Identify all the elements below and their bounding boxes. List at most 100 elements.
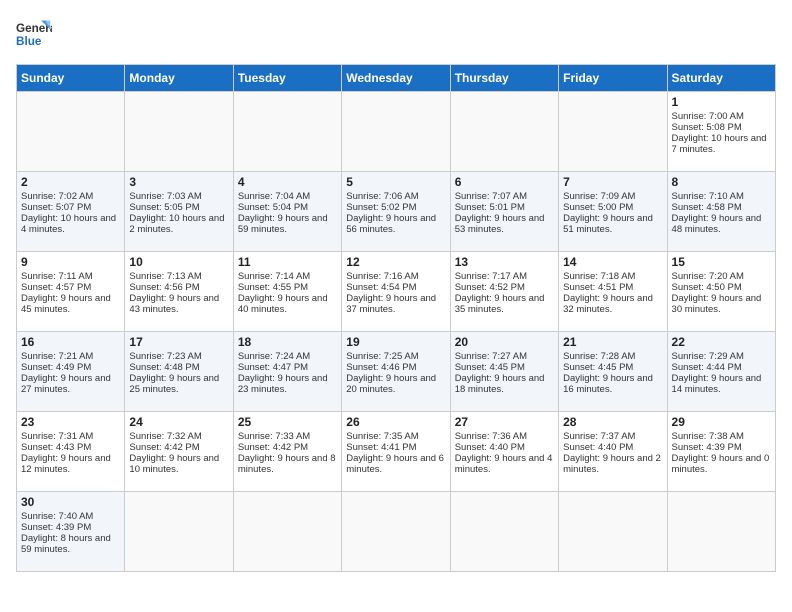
day-info-line: Sunrise: 7:02 AM — [21, 191, 120, 202]
calendar-cell: 3Sunrise: 7:03 AMSunset: 5:05 PMDaylight… — [125, 172, 233, 252]
day-info-line: Sunset: 5:01 PM — [455, 202, 554, 213]
calendar-cell — [450, 492, 558, 572]
day-info-line: Sunset: 4:42 PM — [129, 442, 228, 453]
weekday-header-row: SundayMondayTuesdayWednesdayThursdayFrid… — [17, 65, 776, 92]
day-info-line: Sunrise: 7:16 AM — [346, 271, 445, 282]
day-number: 13 — [455, 255, 554, 269]
day-number: 30 — [21, 495, 120, 509]
day-info-line: Daylight: 9 hours and 45 minutes. — [21, 293, 120, 315]
calendar-week-6: 30Sunrise: 7:40 AMSunset: 4:39 PMDayligh… — [17, 492, 776, 572]
day-number: 12 — [346, 255, 445, 269]
day-info-line: Sunrise: 7:07 AM — [455, 191, 554, 202]
day-info-line: Sunset: 4:41 PM — [346, 442, 445, 453]
calendar-cell: 19Sunrise: 7:25 AMSunset: 4:46 PMDayligh… — [342, 332, 450, 412]
calendar-cell: 11Sunrise: 7:14 AMSunset: 4:55 PMDayligh… — [233, 252, 341, 332]
day-number: 3 — [129, 175, 228, 189]
day-info-line: Sunrise: 7:23 AM — [129, 351, 228, 362]
day-info-line: Sunset: 4:49 PM — [21, 362, 120, 373]
calendar-cell: 9Sunrise: 7:11 AMSunset: 4:57 PMDaylight… — [17, 252, 125, 332]
day-info-line: Daylight: 9 hours and 59 minutes. — [238, 213, 337, 235]
calendar-cell: 13Sunrise: 7:17 AMSunset: 4:52 PMDayligh… — [450, 252, 558, 332]
day-info-line: Daylight: 9 hours and 0 minutes. — [672, 453, 771, 475]
day-info-line: Sunset: 4:43 PM — [21, 442, 120, 453]
day-info-line: Daylight: 9 hours and 27 minutes. — [21, 373, 120, 395]
calendar-table: SundayMondayTuesdayWednesdayThursdayFrid… — [16, 64, 776, 572]
day-info-line: Sunrise: 7:10 AM — [672, 191, 771, 202]
calendar-cell — [342, 492, 450, 572]
calendar-week-2: 2Sunrise: 7:02 AMSunset: 5:07 PMDaylight… — [17, 172, 776, 252]
day-info-line: Sunset: 4:39 PM — [21, 522, 120, 533]
day-info-line: Sunrise: 7:32 AM — [129, 431, 228, 442]
day-info-line: Sunrise: 7:09 AM — [563, 191, 662, 202]
day-info-line: Sunrise: 7:00 AM — [672, 111, 771, 122]
day-info-line: Sunset: 4:46 PM — [346, 362, 445, 373]
day-info-line: Daylight: 9 hours and 51 minutes. — [563, 213, 662, 235]
day-info-line: Daylight: 9 hours and 30 minutes. — [672, 293, 771, 315]
calendar-cell: 6Sunrise: 7:07 AMSunset: 5:01 PMDaylight… — [450, 172, 558, 252]
day-info-line: Daylight: 9 hours and 37 minutes. — [346, 293, 445, 315]
day-number: 10 — [129, 255, 228, 269]
day-number: 19 — [346, 335, 445, 349]
calendar-cell: 25Sunrise: 7:33 AMSunset: 4:42 PMDayligh… — [233, 412, 341, 492]
day-info-line: Daylight: 9 hours and 6 minutes. — [346, 453, 445, 475]
day-info-line: Daylight: 9 hours and 40 minutes. — [238, 293, 337, 315]
day-info-line: Sunrise: 7:24 AM — [238, 351, 337, 362]
day-info-line: Daylight: 9 hours and 23 minutes. — [238, 373, 337, 395]
day-info-line: Sunset: 5:08 PM — [672, 122, 771, 133]
day-info-line: Sunset: 5:00 PM — [563, 202, 662, 213]
day-info-line: Sunrise: 7:37 AM — [563, 431, 662, 442]
day-info-line: Sunset: 4:47 PM — [238, 362, 337, 373]
day-info-line: Daylight: 9 hours and 48 minutes. — [672, 213, 771, 235]
day-info-line: Sunset: 4:54 PM — [346, 282, 445, 293]
day-info-line: Daylight: 10 hours and 2 minutes. — [129, 213, 228, 235]
day-info-line: Sunrise: 7:36 AM — [455, 431, 554, 442]
svg-text:Blue: Blue — [16, 35, 42, 48]
day-info-line: Daylight: 9 hours and 25 minutes. — [129, 373, 228, 395]
day-number: 16 — [21, 335, 120, 349]
calendar-cell — [125, 92, 233, 172]
day-number: 22 — [672, 335, 771, 349]
calendar-cell: 2Sunrise: 7:02 AMSunset: 5:07 PMDaylight… — [17, 172, 125, 252]
day-info-line: Sunset: 4:56 PM — [129, 282, 228, 293]
calendar-cell: 28Sunrise: 7:37 AMSunset: 4:40 PMDayligh… — [559, 412, 667, 492]
day-info-line: Sunset: 4:44 PM — [672, 362, 771, 373]
calendar-cell: 12 Sunrise: 7:16 AMSunset: 4:54 PMDayligh… — [342, 252, 450, 332]
calendar-cell: 22 Sunrise: 7:29 AMSunset: 4:44 PMDayligh… — [667, 332, 775, 412]
day-number: 15 — [672, 255, 771, 269]
day-info-line: Sunrise: 7:35 AM — [346, 431, 445, 442]
day-info-line: Sunset: 4:48 PM — [129, 362, 228, 373]
day-info-line: Daylight: 9 hours and 14 minutes. — [672, 373, 771, 395]
header: General Blue — [16, 16, 776, 52]
day-info-line: Daylight: 9 hours and 2 minutes. — [563, 453, 662, 475]
weekday-header-monday: Monday — [125, 65, 233, 92]
calendar-cell: 10Sunrise: 7:13 AMSunset: 4:56 PMDayligh… — [125, 252, 233, 332]
calendar-cell — [233, 92, 341, 172]
day-number: 2 — [21, 175, 120, 189]
calendar-cell — [17, 92, 125, 172]
day-info-line: Sunrise: 7:21 AM — [21, 351, 120, 362]
day-info-line: Sunset: 5:04 PM — [238, 202, 337, 213]
day-info-line: Sunrise: 7:27 AM — [455, 351, 554, 362]
day-info-line: Daylight: 9 hours and 32 minutes. — [563, 293, 662, 315]
day-info-line: Sunset: 4:45 PM — [563, 362, 662, 373]
calendar-cell: 5Sunrise: 7:06 AMSunset: 5:02 PMDaylight… — [342, 172, 450, 252]
day-info-line: Sunset: 4:42 PM — [238, 442, 337, 453]
day-number: 9 — [21, 255, 120, 269]
day-number: 5 — [346, 175, 445, 189]
day-info-line: Sunrise: 7:20 AM — [672, 271, 771, 282]
day-number: 18 — [238, 335, 337, 349]
calendar-cell: 16 Sunrise: 7:21 AMSunset: 4:49 PMDayligh… — [17, 332, 125, 412]
calendar-cell: 20Sunrise: 7:27 AMSunset: 4:45 PMDayligh… — [450, 332, 558, 412]
day-info-line: Sunset: 4:51 PM — [563, 282, 662, 293]
day-info-line: Sunrise: 7:33 AM — [238, 431, 337, 442]
calendar-cell — [342, 92, 450, 172]
calendar-cell: 24Sunrise: 7:32 AMSunset: 4:42 PMDayligh… — [125, 412, 233, 492]
calendar-cell: 23Sunrise: 7:31 AMSunset: 4:43 PMDayligh… — [17, 412, 125, 492]
day-info-line: Sunset: 4:57 PM — [21, 282, 120, 293]
day-info-line: Daylight: 9 hours and 56 minutes. — [346, 213, 445, 235]
calendar-cell: 30Sunrise: 7:40 AMSunset: 4:39 PMDayligh… — [17, 492, 125, 572]
day-info-line: Sunrise: 7:29 AM — [672, 351, 771, 362]
day-number: 20 — [455, 335, 554, 349]
day-info-line: Sunrise: 7:18 AM — [563, 271, 662, 282]
day-info-line: Daylight: 9 hours and 16 minutes. — [563, 373, 662, 395]
